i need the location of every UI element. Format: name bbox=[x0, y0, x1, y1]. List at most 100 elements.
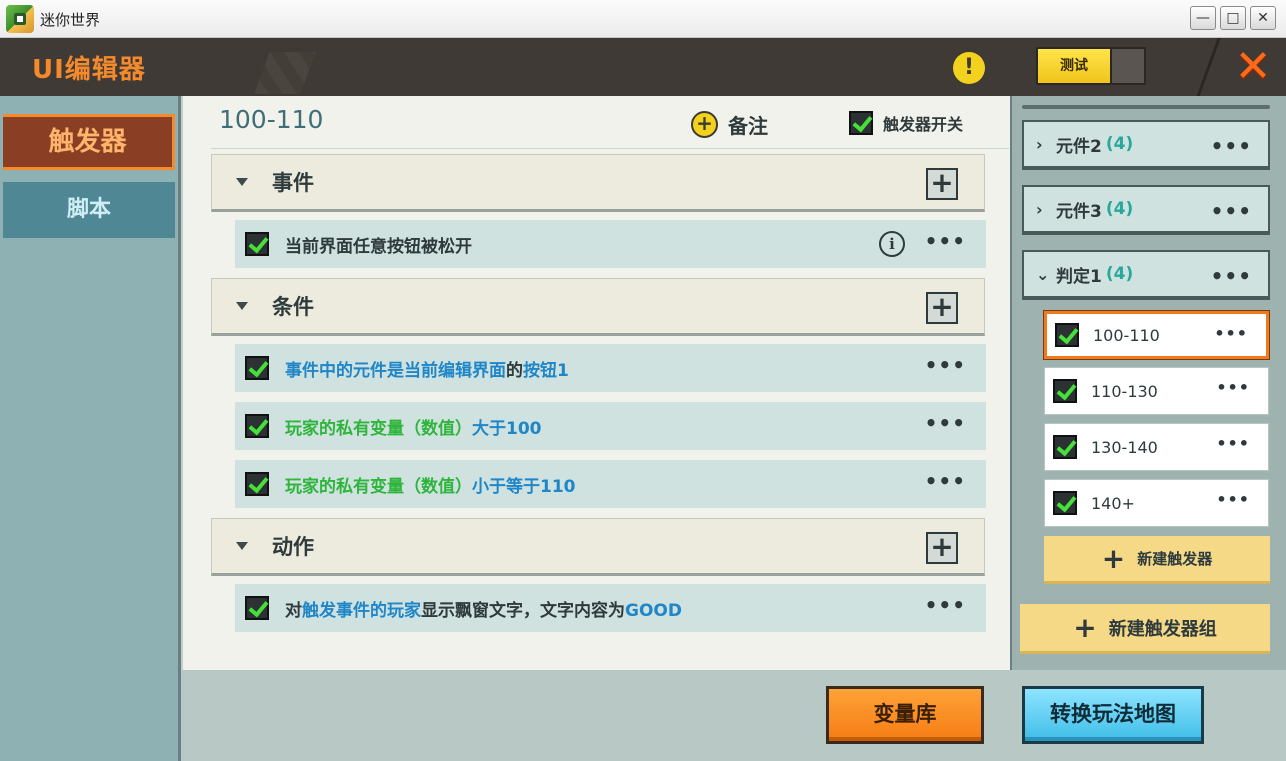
add-note-icon[interactable]: + bbox=[691, 110, 718, 138]
group-label: 元件3 bbox=[1056, 201, 1102, 222]
row-text-part[interactable]: 大于100 bbox=[472, 419, 542, 439]
test-toggle[interactable]: 测试 bbox=[1036, 47, 1146, 85]
more-options-icon[interactable]: ••• bbox=[925, 353, 966, 377]
trigger-item[interactable]: 130-140 ••• bbox=[1044, 423, 1269, 471]
row-text-part[interactable]: 事件中的元件是当前编辑界面 bbox=[285, 361, 506, 381]
group-component-2[interactable]: › 元件2 (4) ••• bbox=[1022, 120, 1270, 170]
notes-button[interactable]: + 备注 bbox=[691, 110, 768, 138]
item-label: 110-130 bbox=[1091, 381, 1158, 401]
add-event-button[interactable]: + bbox=[926, 168, 958, 200]
section-title: 事件 bbox=[272, 171, 314, 195]
row-text-part[interactable]: 玩家的私有变量（数值） bbox=[285, 419, 472, 439]
trigger-item[interactable]: 100-110 ••• bbox=[1044, 311, 1269, 359]
row-text: 当前界面任意按钮被松开 bbox=[285, 232, 472, 257]
new-trigger-label: 新建触发器 bbox=[1137, 550, 1213, 568]
trigger-group-panel: › 元件2 (4) ••• › 元件3 (4) ••• ⌄ 判定1 (4) ••… bbox=[1012, 96, 1286, 670]
item-checkbox[interactable] bbox=[1053, 435, 1077, 459]
new-trigger-button[interactable]: + 新建触发器 bbox=[1044, 536, 1270, 584]
row-text-part[interactable]: GOOD bbox=[625, 601, 682, 621]
notes-label: 备注 bbox=[728, 113, 768, 138]
maximize-button[interactable]: □ bbox=[1220, 6, 1246, 30]
row-text-part[interactable]: 按钮1 bbox=[523, 361, 569, 381]
app-title: 迷你世界 bbox=[40, 11, 101, 29]
section-title: 条件 bbox=[272, 295, 314, 319]
row-text-part: 显示飘窗文字，文字内容为 bbox=[421, 600, 625, 621]
more-options-icon[interactable]: ••• bbox=[925, 229, 966, 253]
section-action[interactable]: 动作 + bbox=[211, 518, 985, 576]
scroll-indicator[interactable] bbox=[1022, 105, 1270, 109]
more-options-icon[interactable]: ••• bbox=[925, 469, 966, 493]
item-checkbox[interactable] bbox=[1053, 379, 1077, 403]
collapse-arrow-icon[interactable] bbox=[236, 542, 248, 550]
trigger-item[interactable]: 110-130 ••• bbox=[1044, 367, 1269, 415]
collapse-arrow-icon[interactable] bbox=[236, 178, 248, 186]
tab-script[interactable]: 脚本 bbox=[3, 182, 175, 238]
left-tab-column: 触发器 脚本 bbox=[0, 96, 178, 761]
variable-library-button[interactable]: 变量库 bbox=[826, 686, 984, 744]
group-label: 判定1 bbox=[1056, 266, 1102, 287]
section-condition[interactable]: 条件 + bbox=[211, 278, 985, 336]
group-component-3[interactable]: › 元件3 (4) ••• bbox=[1022, 185, 1270, 235]
new-trigger-group-button[interactable]: + 新建触发器组 bbox=[1020, 604, 1270, 654]
section-event[interactable]: 事件 + bbox=[211, 154, 985, 212]
group-count: (4) bbox=[1105, 264, 1134, 284]
window-title-bar: 迷你世界 — □ ✕ bbox=[0, 0, 1286, 38]
trigger-switch[interactable]: 触发器开关 bbox=[849, 111, 963, 135]
event-row[interactable]: 当前界面任意按钮被松开 i ••• bbox=[235, 220, 986, 268]
window-close-button[interactable]: ✕ bbox=[1250, 6, 1276, 30]
close-editor-icon[interactable]: ✕ bbox=[1230, 44, 1276, 90]
item-checkbox[interactable] bbox=[1053, 491, 1077, 515]
trigger-switch-label: 触发器开关 bbox=[883, 115, 964, 134]
tab-trigger[interactable]: 触发器 bbox=[3, 114, 175, 170]
group-count: (4) bbox=[1105, 199, 1134, 219]
more-options-icon[interactable]: ••• bbox=[1211, 199, 1252, 223]
add-action-button[interactable]: + bbox=[926, 532, 958, 564]
minimize-button[interactable]: — bbox=[1190, 6, 1216, 30]
item-label: 130-140 bbox=[1091, 437, 1158, 457]
more-options-icon[interactable]: ••• bbox=[1214, 324, 1248, 343]
collapse-arrow-icon[interactable] bbox=[236, 302, 248, 310]
test-button[interactable]: 测试 bbox=[1038, 49, 1112, 83]
new-group-label: 新建触发器组 bbox=[1108, 618, 1217, 640]
item-checkbox[interactable] bbox=[1055, 323, 1079, 347]
condition-row[interactable]: 玩家的私有变量（数值）小于等于110 ••• bbox=[235, 460, 986, 508]
trigger-name: 100-110 bbox=[219, 105, 324, 134]
chevron-down-icon[interactable]: ⌄ bbox=[1036, 265, 1050, 284]
chevron-right-icon[interactable]: › bbox=[1036, 135, 1050, 154]
row-checkbox[interactable] bbox=[245, 356, 269, 380]
condition-row[interactable]: 事件中的元件是当前编辑界面的按钮1 ••• bbox=[235, 344, 986, 392]
group-judgement-1[interactable]: ⌄ 判定1 (4) ••• bbox=[1022, 250, 1270, 300]
info-icon[interactable]: i bbox=[879, 231, 905, 257]
more-options-icon[interactable]: ••• bbox=[1211, 264, 1252, 288]
row-text: 对触发事件的玩家显示飘窗文字，文字内容为GOOD bbox=[285, 596, 682, 621]
row-text-part: 对 bbox=[285, 600, 302, 621]
add-condition-button[interactable]: + bbox=[926, 292, 958, 324]
row-text-part[interactable]: 触发事件的玩家 bbox=[302, 601, 421, 621]
more-options-icon[interactable]: ••• bbox=[1216, 378, 1250, 397]
more-options-icon[interactable]: ••• bbox=[1216, 434, 1250, 453]
more-options-icon[interactable]: ••• bbox=[1211, 134, 1252, 158]
row-text: 玩家的私有变量（数值）小于等于110 bbox=[285, 472, 576, 497]
row-text-part[interactable]: 小于等于110 bbox=[472, 477, 576, 497]
row-checkbox[interactable] bbox=[245, 232, 269, 256]
item-label: 140+ bbox=[1091, 493, 1135, 513]
more-options-icon[interactable]: ••• bbox=[1216, 490, 1250, 509]
trigger-switch-checkbox[interactable] bbox=[849, 111, 873, 135]
action-row[interactable]: 对触发事件的玩家显示飘窗文字，文字内容为GOOD ••• bbox=[235, 584, 986, 632]
row-checkbox[interactable] bbox=[245, 472, 269, 496]
trigger-editor-panel: 100-110 + 备注 触发器开关 事件 + 当前界面任意按钮被松开 i ••… bbox=[181, 96, 1010, 670]
convert-map-button[interactable]: 转换玩法地图 bbox=[1022, 686, 1204, 744]
more-options-icon[interactable]: ••• bbox=[925, 411, 966, 435]
trigger-item[interactable]: 140+ ••• bbox=[1044, 479, 1269, 527]
title-divider bbox=[211, 148, 1009, 149]
row-text-part[interactable]: 玩家的私有变量（数值） bbox=[285, 477, 472, 497]
row-checkbox[interactable] bbox=[245, 414, 269, 438]
group-label: 元件2 bbox=[1056, 136, 1102, 157]
row-checkbox[interactable] bbox=[245, 596, 269, 620]
group-count: (4) bbox=[1105, 134, 1134, 154]
more-options-icon[interactable]: ••• bbox=[925, 593, 966, 617]
condition-row[interactable]: 玩家的私有变量（数值）大于100 ••• bbox=[235, 402, 986, 450]
row-text: 玩家的私有变量（数值）大于100 bbox=[285, 414, 542, 439]
warning-icon[interactable]: ! bbox=[953, 52, 985, 84]
chevron-right-icon[interactable]: › bbox=[1036, 200, 1050, 219]
